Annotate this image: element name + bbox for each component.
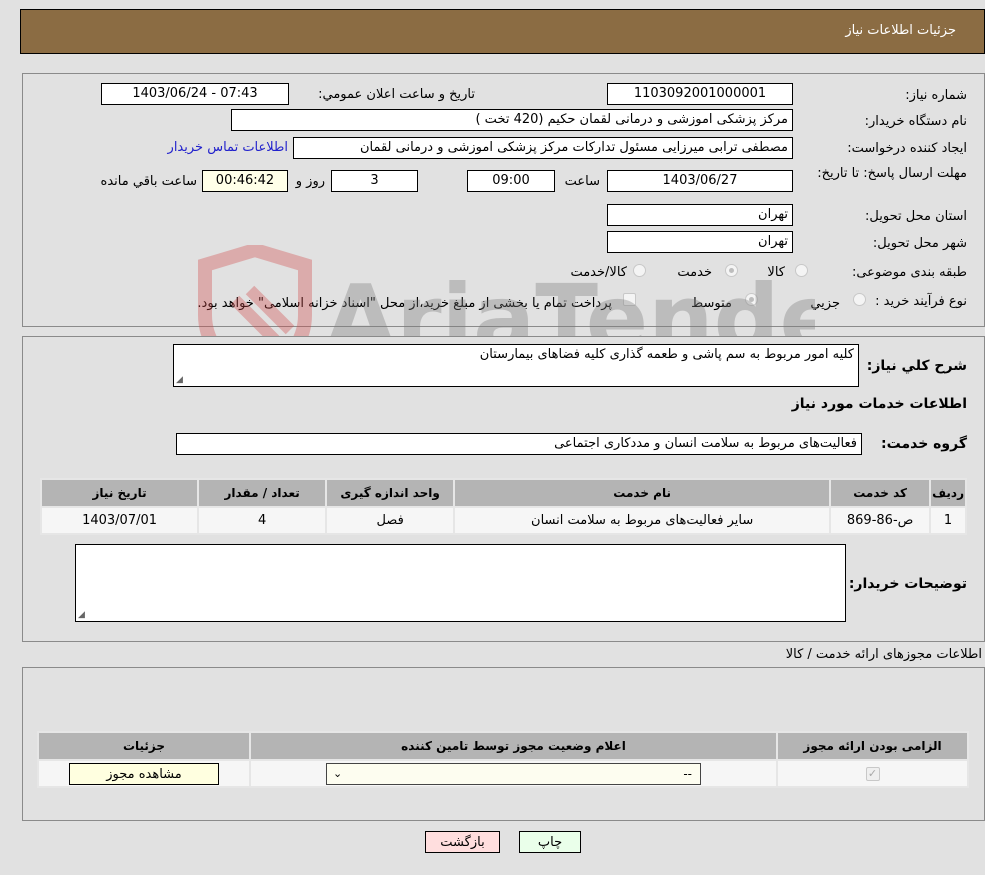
category-option-goods: کالا [767,265,785,280]
deadline-label: مهلت ارسال پاسخ: تا تاریخ: [817,166,967,181]
permits-section-title: اطلاعات مجوزهای ارائه خدمت / کالا [785,647,982,662]
col-service-code: کد خدمت [829,478,932,508]
col-quantity: تعداد / مقدار [197,478,328,508]
process-option-minor: جزیي [810,296,840,311]
process-label: نوع فرآیند خرید : [875,294,967,309]
print-button[interactable]: چاپ [519,831,581,853]
process-radio-medium[interactable] [745,293,758,306]
view-permit-button[interactable]: مشاهده مجوز [69,762,219,785]
table-row: 1 ص-86-869 سایر فعالیت‌های مربوط به سلام… [39,506,967,535]
announce-datetime-field[interactable]: 1403/06/24 - 07:43 [101,83,289,105]
category-option-goods-service: کالا/خدمت [570,265,627,280]
table-row: ✓ -- ⌄ مشاهده مجوز [37,759,969,788]
cell-row: 1 [929,506,967,535]
city-field[interactable]: تهران [607,231,793,253]
page-header: جزئیات اطلاعات نیاز [20,9,985,54]
cell-permit-details: مشاهده مجوز [37,759,251,788]
buyer-notes-label: توضیحات خریدار: [848,576,967,592]
category-radio-service[interactable] [725,264,738,277]
col-permit-details: جزئیات [37,731,251,761]
cell-service-code: ص-86-869 [829,506,932,535]
services-table: ردیف کد خدمت نام خدمت واحد اندازه گیری ت… [39,478,967,535]
province-field[interactable]: تهران [607,204,793,226]
back-button[interactable]: بازگشت [425,831,500,853]
buyer-org-label: نام دستگاه خریدار: [864,114,967,129]
treasury-note: پرداخت تمام یا بخشی از مبلغ خرید،از محل … [197,296,612,311]
page-title: جزئیات اطلاعات نیاز [845,23,956,38]
deadline-date-field[interactable]: 1403/06/27 [607,170,793,192]
buyer-contact-link[interactable]: اطلاعات تماس خریدار [168,140,288,155]
category-option-service: خدمت [677,265,712,280]
cell-service-name: سایر فعالیت‌های مربوط به سلامت انسان [453,506,832,535]
need-number-field[interactable]: 1103092001000001 [607,83,793,105]
service-group-field[interactable]: فعالیت‌های مربوط به سلامت انسان و مددکار… [176,433,862,455]
announce-label: تاریخ و ساعت اعلان عمومي: [318,87,475,102]
cell-unit: فصل [325,506,456,535]
cell-permit-required: ✓ [776,759,969,788]
cell-need-date: 1403/07/01 [39,506,200,535]
cell-quantity: 4 [197,506,328,535]
col-permit-required: الزامی بودن ارائه مجوز [776,731,969,761]
col-service-name: نام خدمت [453,478,832,508]
days-label: روز و [295,174,325,189]
permit-required-checkbox[interactable]: ✓ [865,767,880,781]
col-row: ردیف [929,478,967,508]
description-text: کلیه امور مربوط به سم پاشی و طعمه گذاری … [479,347,854,362]
permit-status-select[interactable]: -- ⌄ [326,762,701,785]
service-group-label: گروه خدمت: [881,436,967,452]
col-unit: واحد اندازه گیری [325,478,456,508]
category-radio-goods-service[interactable] [633,264,646,277]
need-number-label: شماره نیاز: [905,88,967,103]
deadline-time-field[interactable]: 09:00 [467,170,555,192]
deadline-time-label: ساعت [564,174,600,189]
permit-status-value: -- [683,766,692,781]
province-label: استان محل تحویل: [865,209,967,224]
days-remaining-field[interactable]: 3 [331,170,418,192]
category-label: طبقه بندی موضوعی: [851,265,967,280]
treasury-checkbox[interactable] [623,293,636,306]
buyer-notes-textarea[interactable]: ◢ [75,544,846,622]
col-need-date: تاریخ نیاز [39,478,200,508]
chevron-down-icon: ⌄ [333,766,343,780]
process-radio-minor[interactable] [853,293,866,306]
services-table-header: ردیف کد خدمت نام خدمت واحد اندازه گیری ت… [39,478,967,508]
description-label: شرح کلي نیاز: [866,358,967,374]
permits-table-header: الزامی بودن ارائه مجوز اعلام وضعیت مجوز … [37,731,969,761]
creator-field[interactable]: مصطفی ترابی میرزایی مسئول تداركات مرکز پ… [293,137,793,159]
process-option-medium: متوسط [691,296,732,311]
permits-table: الزامی بودن ارائه مجوز اعلام وضعیت مجوز … [37,731,969,788]
category-radio-goods[interactable] [795,264,808,277]
city-label: شهر محل تحویل: [872,236,967,251]
resize-handle-icon[interactable]: ◢ [176,375,183,385]
cell-permit-status: -- ⌄ [249,759,778,788]
buyer-org-field[interactable]: مرکز پزشکی اموزشی و درمانی لقمان حکیم (4… [231,109,793,131]
col-permit-status: اعلام وضعیت مجوز توسط تامین کننده [249,731,778,761]
services-section-title: اطلاعات خدمات مورد نیاز [791,396,967,412]
remaining-label: ساعت باقي مانده [100,174,197,189]
creator-label: ایجاد کننده درخواست: [847,141,967,156]
resize-handle-icon[interactable]: ◢ [78,610,85,620]
remaining-time-field[interactable]: 00:46:42 [202,170,288,192]
description-textarea[interactable]: کلیه امور مربوط به سم پاشی و طعمه گذاری … [173,344,859,387]
